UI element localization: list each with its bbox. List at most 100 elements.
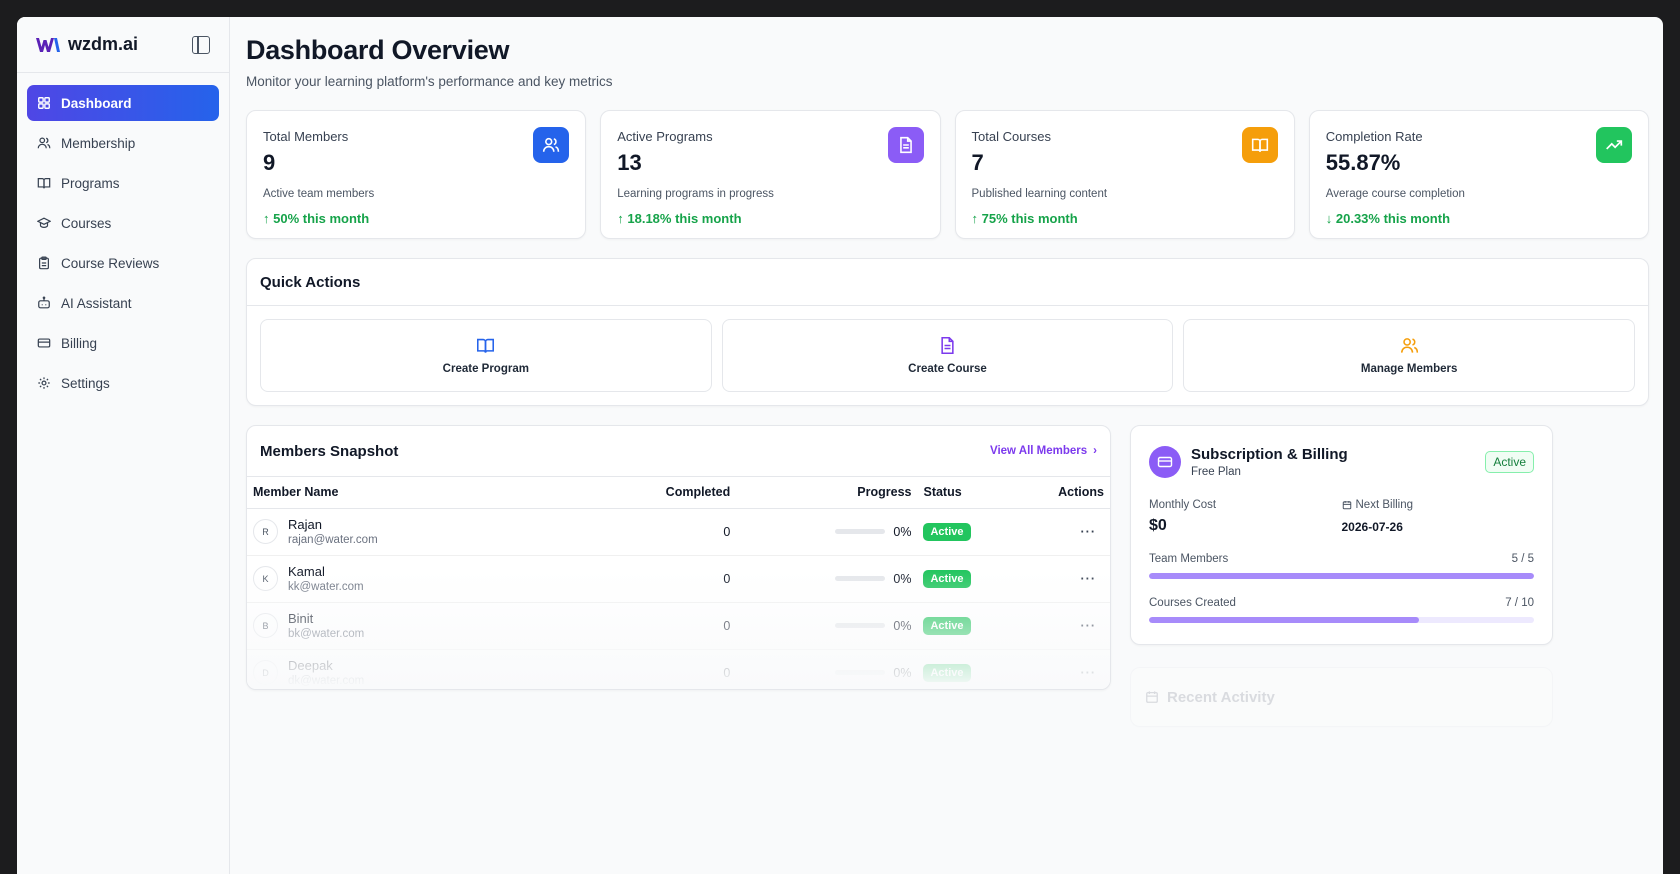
monthly-cost-value: $0 xyxy=(1149,517,1167,534)
document-icon xyxy=(941,337,954,354)
table-row[interactable]: K Kamal kk@water.com 0 0% Active ··· xyxy=(247,555,1110,603)
column-header[interactable]: Member Name xyxy=(247,477,636,509)
status-badge: Active xyxy=(923,569,971,588)
stat-change-text: 18.18% this month xyxy=(627,211,742,226)
member-name: Kamal xyxy=(288,564,325,579)
stat-label: Total Courses xyxy=(971,129,1051,144)
column-header[interactable]: Progress xyxy=(730,477,912,509)
book-open-icon xyxy=(1251,138,1268,152)
graduation-cap-icon xyxy=(37,217,51,228)
usage-value: 7 / 10 xyxy=(1505,597,1534,609)
page-title: Dashboard Overview xyxy=(246,35,510,65)
bot-icon xyxy=(38,296,50,309)
brand-name: wzdm.ai xyxy=(68,34,139,54)
table-row[interactable]: R Rajan rajan@water.com 0 0% Active ··· xyxy=(247,508,1110,556)
sidebar-item-label: Course Reviews xyxy=(61,255,160,271)
sidebar-item-course-reviews[interactable]: Course Reviews xyxy=(27,245,219,281)
sidebar-item-billing[interactable]: Billing xyxy=(27,325,219,361)
stat-change-text: 75% this month xyxy=(981,211,1078,226)
chevron-right-icon: › xyxy=(1093,445,1097,457)
members-header: Members Snapshot View All Members › xyxy=(247,426,1110,477)
stat-value: 9 xyxy=(263,150,276,175)
stat-change: ↓ 20.33% this month xyxy=(1326,211,1632,226)
avatar: D xyxy=(253,660,278,685)
progress-value: 0% xyxy=(893,618,912,633)
recent-activity-title: Recent Activity xyxy=(1167,688,1275,706)
stat-change: ↑ 50% this month xyxy=(263,211,569,226)
members-snapshot-panel: Members Snapshot View All Members › Memb… xyxy=(246,425,1111,690)
main-content: Dashboard Overview Monitor your learning… xyxy=(230,17,1663,874)
stat-icon-container xyxy=(887,127,924,163)
more-actions-icon[interactable]: ··· xyxy=(1081,525,1097,539)
sidebar-item-courses[interactable]: Courses xyxy=(27,205,219,241)
usage-value: 5 / 5 xyxy=(1511,553,1534,565)
completed-count: 0 xyxy=(635,602,731,650)
stat-card-active-programs[interactable]: Active Programs 13 Learning programs in … xyxy=(600,110,941,239)
stat-desc: Average course completion xyxy=(1325,188,1465,200)
quick-actions-panel: Quick Actions Create Program Create Cour… xyxy=(246,258,1649,406)
member-name: Rajan xyxy=(288,517,322,532)
clipboard-icon xyxy=(39,256,49,270)
users-icon xyxy=(37,137,51,149)
completed-count: 0 xyxy=(635,508,731,556)
manage-members-button[interactable]: Manage Members xyxy=(1183,319,1635,392)
stat-label: Active Programs xyxy=(617,129,713,144)
usage-bar xyxy=(1149,573,1534,579)
table-row[interactable]: B Binit bk@water.com 0 0% Active ··· xyxy=(247,602,1110,650)
brand-header: wzdm.ai xyxy=(17,17,229,73)
view-all-members-link[interactable]: View All Members › xyxy=(990,445,1097,457)
sidebar-item-programs[interactable]: Programs xyxy=(27,165,219,201)
member-name: Binit xyxy=(288,611,314,626)
progress-bar xyxy=(835,529,886,534)
sidebar: wzdm.ai Dashboard Membership Programs Co… xyxy=(17,17,230,874)
sidebar-item-ai-assistant[interactable]: AI Assistant xyxy=(27,285,219,321)
subscription-status-badge: Active xyxy=(1485,451,1534,473)
stat-icon-container xyxy=(533,127,570,163)
more-actions-icon[interactable]: ··· xyxy=(1081,666,1097,680)
create-program-button[interactable]: Create Program xyxy=(260,319,712,392)
arrow-up-icon: ↑ xyxy=(617,211,624,226)
stat-label: Total Members xyxy=(263,129,349,144)
arrow-up-icon: ↑ xyxy=(971,211,979,226)
sidebar-item-membership[interactable]: Membership xyxy=(27,125,219,161)
team-members-usage: Team Members 5 / 5 xyxy=(1149,553,1534,579)
column-header[interactable]: Status xyxy=(911,477,1016,509)
usage-label: Team Members xyxy=(1149,553,1229,565)
status-badge: Active xyxy=(923,616,971,635)
sidebar-item-label: AI Assistant xyxy=(61,295,132,311)
stat-card-completion-rate[interactable]: Completion Rate 55.87% Average course co… xyxy=(1308,110,1649,239)
sidebar-item-dashboard[interactable]: Dashboard xyxy=(27,85,219,121)
sidebar-collapse-icon[interactable] xyxy=(192,35,210,54)
status-badge: Active xyxy=(923,663,971,682)
more-actions-icon[interactable]: ··· xyxy=(1081,572,1097,586)
progress-bar xyxy=(835,576,886,581)
member-email: rajan@water.com xyxy=(288,534,378,546)
arrow-down-icon: ↓ xyxy=(1325,211,1333,226)
subscription-billing-panel: Subscription & Billing Free Plan Active … xyxy=(1130,425,1553,645)
sidebar-item-label: Dashboard xyxy=(61,95,132,111)
billing-details: Monthly Cost $0 Next Billing 2026-07-26 xyxy=(1149,499,1534,535)
members-table: Member Name Completed Progress Status Ac… xyxy=(247,477,1110,689)
stat-desc: Learning programs in progress xyxy=(617,188,774,200)
book-icon xyxy=(37,178,51,189)
column-header[interactable]: Actions xyxy=(1015,477,1110,509)
recent-activity-panel: Recent Activity xyxy=(1130,667,1553,727)
more-actions-icon[interactable]: ··· xyxy=(1081,619,1097,633)
stat-change: ↑ 18.18% this month xyxy=(617,211,923,226)
table-header-row: Member Name Completed Progress Status Ac… xyxy=(247,477,1110,509)
billing-title: Subscription & Billing xyxy=(1191,446,1348,463)
table-row[interactable]: D Deepak dk@water.com 0 0% Active ··· xyxy=(247,649,1110,689)
create-course-button[interactable]: Create Course xyxy=(721,319,1174,392)
stat-card-total-courses[interactable]: Total Courses 7 Published learning conte… xyxy=(954,110,1295,239)
usage-bar xyxy=(1149,617,1534,623)
wzdm-logo-icon xyxy=(36,37,60,52)
sidebar-item-settings[interactable]: Settings xyxy=(27,365,219,401)
billing-header: Subscription & Billing Free Plan xyxy=(1149,446,1534,478)
progress-value: 0% xyxy=(893,524,912,539)
stat-card-total-members[interactable]: Total Members 9 Active team members ↑ 50… xyxy=(246,110,587,239)
column-header[interactable]: Completed xyxy=(635,477,731,509)
stat-icon-container xyxy=(1241,127,1278,163)
quick-action-label: Create Course xyxy=(908,363,987,375)
brand[interactable]: wzdm.ai xyxy=(36,34,138,55)
sidebar-item-label: Billing xyxy=(61,335,98,351)
